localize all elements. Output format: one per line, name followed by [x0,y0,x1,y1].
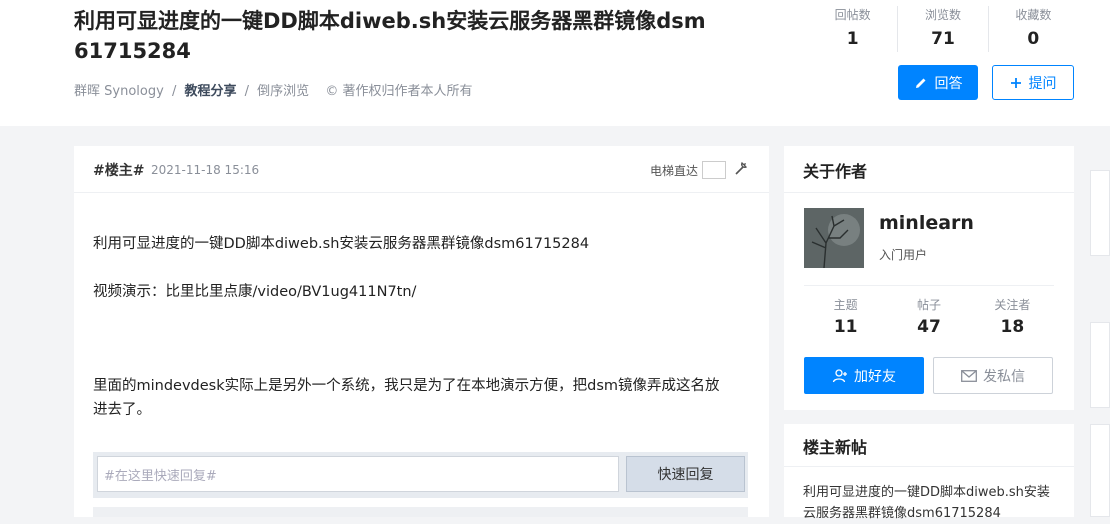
side-float-panel[interactable] [1090,170,1110,256]
author-section-title: 关于作者 [803,162,868,181]
send-message-button[interactable]: 发私信 [933,357,1053,394]
quick-reply-input[interactable]: #在这里快速回复# [97,456,619,492]
followers-stat[interactable]: 关注者 18 [971,296,1054,337]
answer-button[interactable]: 回答 [898,65,978,100]
post-header: #楼主# 2021-11-18 15:16 电梯直达 [74,146,769,193]
side-float-panel[interactable] [1090,322,1110,408]
answer-label: 回答 [934,75,963,92]
divider [784,466,1074,467]
post-time: 2021-11-18 15:16 [151,163,260,177]
stat-label: 收藏数 [1015,8,1052,22]
thread-stats: 回帖数 1 浏览数 71 收藏数 0 [808,6,1078,52]
stat-label: 浏览数 [924,8,961,22]
divider [784,192,1074,193]
author-role: 入门用户 [879,248,928,262]
post-footer [93,507,748,517]
ask-button[interactable]: 提问 [992,65,1074,100]
divider [804,285,1054,286]
posts-stat[interactable]: 帖子 47 [887,296,970,337]
breadcrumb-separator: / [244,84,250,99]
new-posts-title: 楼主新帖 [803,438,868,457]
edit-icon [915,78,925,88]
breadcrumb-category[interactable]: 群晖 Synology [74,80,164,99]
topics-stat[interactable]: 主题 11 [804,296,887,337]
favorite-count-stat: 收藏数 0 [987,6,1078,52]
stat-value: 0 [1027,29,1040,49]
stat-value: 11 [833,317,858,337]
stat-label: 帖子 [916,298,941,312]
stat-label: 关注者 [994,298,1031,312]
quick-reply-bar: #在这里快速回复# 快速回复 [93,452,748,498]
author-new-posts: 楼主新帖 利用可显进度的一键DD脚本diweb.sh安装云服务器黑群镜像dsm6… [784,424,1074,521]
floor-label: #楼主# [93,163,145,179]
side-float-panel[interactable] [1090,424,1110,517]
breadcrumb-subcategory[interactable]: 教程分享 [184,80,236,99]
plus-icon [1010,77,1021,88]
quick-reply-button[interactable]: 快速回复 [626,456,745,492]
reverse-order-link[interactable]: 倒序浏览 [257,80,309,99]
page-title: 利用可显进度的一键DD脚本diweb.sh安装云服务器黑群镜像dsm617152… [74,9,706,63]
author-stats: 主题 11 帖子 47 关注者 18 [804,296,1054,337]
ask-label: 提问 [1028,75,1057,92]
stat-value: 18 [1000,317,1025,337]
stat-value: 1 [846,29,859,49]
avatar[interactable] [804,208,864,268]
main-post: #楼主# 2021-11-18 15:16 电梯直达 利用可显进度的一键DD脚本… [74,146,769,517]
copyright-notice: © 著作权归作者本人所有 [325,84,473,99]
wrench-icon[interactable] [733,160,749,176]
floor-jump-label: 电梯直达 [649,163,698,178]
post-paragraph: 视频演示：比里比里点康/video/BV1ug411N7tn/ [93,284,417,300]
post-paragraph: 里面的mindevdesk实际上是另外一个系统，我只是为了在本地演示方便，把ds… [93,378,720,418]
post-paragraph: 利用可显进度的一键DD脚本diweb.sh安装云服务器黑群镜像dsm617152… [93,236,590,252]
stat-value: 47 [917,317,941,337]
new-post-link[interactable]: 利用可显进度的一键DD脚本diweb.sh安装云服务器黑群镜像dsm617152… [803,482,1059,524]
mail-icon [961,369,977,382]
stat-label: 主题 [833,298,858,312]
stat-label: 回帖数 [834,8,871,22]
add-friend-label: 加好友 [854,368,896,385]
breadcrumb: 群晖 Synology / 教程分享 / 倒序浏览 © 著作权归作者本人所有 [74,80,472,99]
author-name[interactable]: minlearn [879,212,974,234]
breadcrumb-separator: / [171,84,177,99]
add-user-icon [832,368,847,382]
view-count-stat: 浏览数 71 [897,6,987,52]
reply-count-stat: 回帖数 1 [808,6,897,52]
floor-jump: 电梯直达 [650,161,726,179]
stat-value: 71 [931,29,955,49]
page-header: 利用可显进度的一键DD脚本diweb.sh安装云服务器黑群镜像dsm617152… [0,0,1110,126]
floor-jump-input[interactable] [702,161,726,179]
send-message-label: 发私信 [983,368,1025,385]
author-card: 关于作者 minlearn 入门用户 主题 11 帖子 47 关注者 18 加好… [784,146,1074,410]
add-friend-button[interactable]: 加好友 [804,357,924,394]
